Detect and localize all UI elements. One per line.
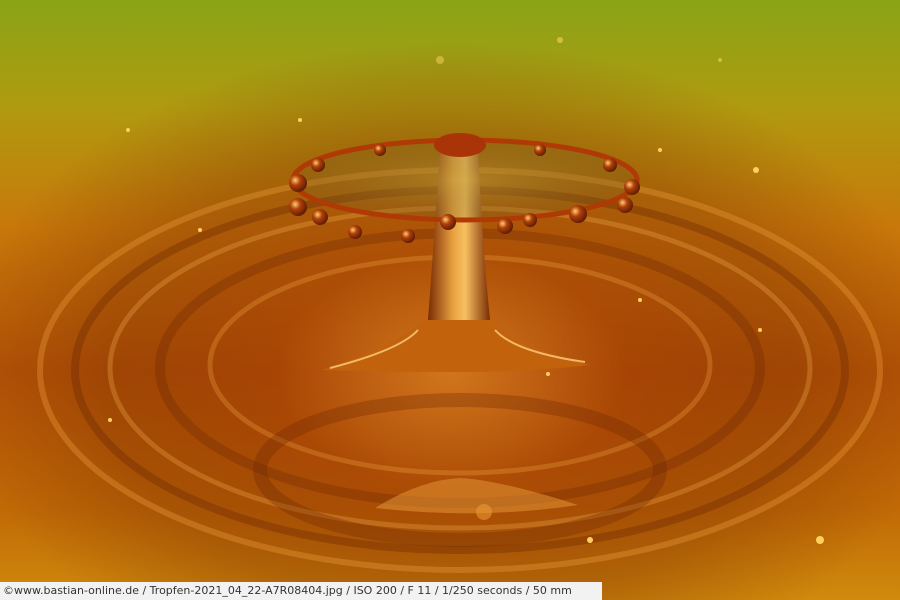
crown-top-bead <box>434 133 486 157</box>
droplet-photo <box>0 0 900 600</box>
photo-caption: ©www.bastian-online.de / Tropfen-2021_04… <box>0 582 602 600</box>
photo-canvas: ©www.bastian-online.de / Tropfen-2021_04… <box>0 0 900 600</box>
